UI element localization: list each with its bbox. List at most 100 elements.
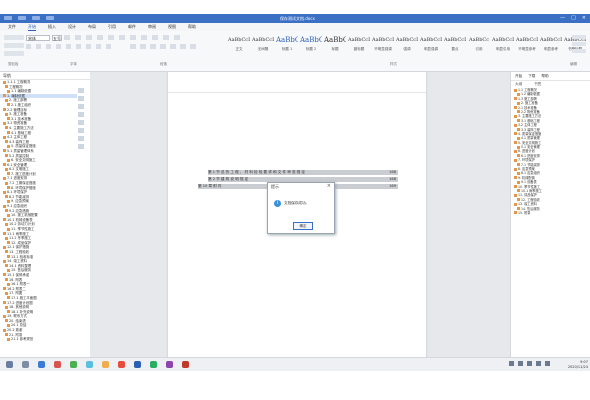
ok-button[interactable]: 确定 <box>293 222 313 230</box>
expand-toggle-icon[interactable] <box>517 207 520 211</box>
expand-toggle-icon[interactable] <box>514 97 517 101</box>
expand-toggle-icon[interactable] <box>7 268 10 272</box>
nav-results-icon[interactable] <box>78 112 84 117</box>
save-icon[interactable] <box>4 16 12 20</box>
expand-toggle-icon[interactable] <box>5 250 8 254</box>
expand-toggle-icon[interactable] <box>3 301 6 304</box>
increase-indent-icon[interactable] <box>152 35 158 40</box>
expand-toggle-icon[interactable] <box>3 204 6 208</box>
tray-input-icon[interactable] <box>536 361 541 366</box>
expand-toggle-icon[interactable] <box>514 114 517 118</box>
expand-toggle-icon[interactable] <box>514 132 517 136</box>
copy-icon[interactable] <box>4 51 24 56</box>
expand-toggle-icon[interactable] <box>3 287 6 291</box>
ribbon-tab[interactable]: 设计 <box>68 24 76 30</box>
expand-toggle-icon[interactable] <box>5 98 8 102</box>
expand-toggle-icon[interactable] <box>5 112 8 116</box>
bullets-icon[interactable] <box>108 35 114 40</box>
expand-toggle-icon[interactable] <box>3 163 6 167</box>
expand-toggle-icon[interactable] <box>517 154 520 158</box>
file-explorer-icon[interactable] <box>102 361 109 368</box>
shading-icon[interactable] <box>180 44 186 49</box>
show-marks-icon[interactable] <box>174 35 180 40</box>
expand-toggle-icon[interactable] <box>514 149 517 153</box>
expand-toggle-icon[interactable] <box>7 310 10 314</box>
expand-toggle-icon[interactable] <box>514 141 517 145</box>
superscript-icon[interactable] <box>76 44 81 49</box>
justify-icon[interactable] <box>160 44 166 49</box>
ribbon-tab[interactable]: 文件 <box>8 24 16 30</box>
style-option[interactable]: AaBbCcDi 要点 <box>444 34 466 56</box>
style-option[interactable]: AaBbCcDi 无间隔 <box>252 34 274 56</box>
expand-toggle-icon[interactable] <box>5 278 8 282</box>
align-left-icon[interactable] <box>130 44 136 49</box>
app-red-icon[interactable] <box>54 361 61 368</box>
style-option[interactable]: AaBbCcDi 副标题 <box>348 34 370 56</box>
style-option[interactable]: AaBbCc 标题 <box>324 34 346 56</box>
bold-icon[interactable] <box>26 44 31 49</box>
expand-toggle-icon[interactable] <box>7 144 10 148</box>
maximize-button[interactable]: □ <box>571 15 576 21</box>
style-option[interactable]: AaBbCc 引用 <box>468 34 490 56</box>
expand-toggle-icon[interactable] <box>5 154 8 157</box>
nav-promote-icon[interactable] <box>78 136 84 141</box>
dialog-close-icon[interactable]: × <box>327 183 331 190</box>
sort-icon[interactable] <box>163 35 169 40</box>
app-green-icon[interactable] <box>70 361 77 368</box>
expand-toggle-icon[interactable] <box>514 123 517 127</box>
ribbon-tab[interactable]: 开始 <box>28 24 36 31</box>
nav-expand-icon[interactable] <box>78 128 84 133</box>
expand-toggle-icon[interactable] <box>7 255 10 259</box>
paste-icon[interactable] <box>4 35 24 40</box>
expand-toggle-icon[interactable] <box>5 236 8 240</box>
expand-toggle-icon[interactable] <box>7 323 10 327</box>
expand-toggle-icon[interactable] <box>5 319 8 323</box>
expand-toggle-icon[interactable] <box>3 108 6 112</box>
right-pane-outline-tab[interactable]: 大纲 <box>515 81 522 88</box>
task-view-icon[interactable] <box>22 361 29 368</box>
right-pane-bookmark-tab[interactable]: 书签 <box>534 81 541 88</box>
expand-toggle-icon[interactable] <box>7 186 10 190</box>
outline-item[interactable]: 15. 附录 <box>511 211 590 215</box>
font-size-select[interactable]: 五号 <box>52 35 62 41</box>
expand-toggle-icon[interactable] <box>517 101 520 105</box>
expand-toggle-icon[interactable] <box>3 218 6 222</box>
right-pane-tab-download[interactable]: 下载 <box>528 72 535 80</box>
expand-toggle-icon[interactable] <box>3 314 6 318</box>
expand-toggle-icon[interactable] <box>5 209 8 213</box>
expand-toggle-icon[interactable] <box>514 193 517 197</box>
nav-demote-icon[interactable] <box>78 144 84 149</box>
document-area[interactable]: 第 1 节 总 的 工 程 、 材 料 检 验 要 求 和 文 件 审 查 规 … <box>90 72 510 357</box>
find-icon[interactable] <box>572 35 586 39</box>
decrease-indent-icon[interactable] <box>141 35 147 40</box>
expand-toggle-icon[interactable] <box>7 296 10 300</box>
expand-toggle-icon[interactable] <box>7 103 10 107</box>
expand-toggle-icon[interactable] <box>7 131 10 135</box>
expand-toggle-icon[interactable] <box>5 291 8 295</box>
expand-toggle-icon[interactable] <box>517 92 520 96</box>
clear-format-icon[interactable] <box>97 35 103 40</box>
ribbon-tab[interactable]: 审阅 <box>148 24 156 30</box>
highlight-icon[interactable] <box>96 44 101 49</box>
expand-toggle-icon[interactable] <box>514 158 517 162</box>
style-option[interactable]: AaBbCcDi 明显参考 <box>540 34 562 56</box>
subscript-icon[interactable] <box>66 44 71 49</box>
style-option[interactable]: AaBbCcDi 正文 <box>228 34 250 56</box>
expand-toggle-icon[interactable] <box>3 245 6 249</box>
style-option[interactable]: AaBbCcDi 不明显参考 <box>516 34 538 56</box>
align-right-icon[interactable] <box>150 44 156 49</box>
expand-toggle-icon[interactable] <box>517 189 520 193</box>
style-option[interactable]: AaBbC 标题 1 <box>276 34 298 56</box>
expand-toggle-icon[interactable] <box>7 337 10 341</box>
expand-toggle-icon[interactable] <box>7 227 10 231</box>
expand-toggle-icon[interactable] <box>514 176 517 180</box>
app-dark-red-icon[interactable] <box>182 361 189 368</box>
search-icon[interactable] <box>6 361 13 368</box>
expand-toggle-icon[interactable] <box>517 198 520 202</box>
shrink-font-icon[interactable] <box>75 35 81 40</box>
expand-toggle-icon[interactable] <box>3 259 6 263</box>
font-name-select[interactable]: 宋体 <box>26 35 50 41</box>
expand-toggle-icon[interactable] <box>514 185 517 189</box>
expand-toggle-icon[interactable] <box>7 158 10 162</box>
ribbon-tab[interactable]: 帮助 <box>188 24 196 30</box>
